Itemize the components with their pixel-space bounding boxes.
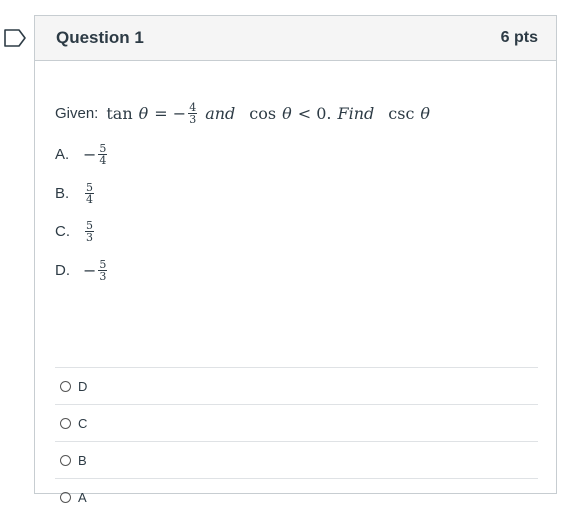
choice-den: 4 [86,193,93,206]
stem-frac-den: 3 [189,113,197,126]
theta-symbol-3: θ [420,104,431,123]
answer-option-b[interactable]: B [55,441,538,478]
radio-button[interactable] [60,491,71,503]
choice-den: 4 [99,154,107,167]
choice-fraction: 5 3 [85,220,94,243]
bookmark-flag-icon[interactable] [4,29,26,47]
choice-math: 5 3 [83,220,96,243]
answer-label: D [78,378,88,394]
answer-label: A [78,489,87,505]
answer-label: B [78,452,87,468]
radio-button[interactable] [60,454,71,466]
and-word: and [205,104,236,123]
question-header: Question 1 6 pts [35,16,556,61]
theta-symbol-2: θ [282,104,292,123]
answer-option-d[interactable]: D [55,367,538,404]
cos-fn: cos [249,104,277,123]
answer-options: D C B A [55,367,538,515]
stem-math: tan θ = − 4 3 and cos θ < 0. Find csc θ [106,102,430,125]
theta-symbol: θ [138,104,149,123]
choice-d: D. − 5 3 [55,259,109,282]
choice-math: − 5 4 [83,143,109,166]
question-card: Question 1 6 pts Given: tan θ = − 4 3 an… [34,15,557,505]
radio-button[interactable] [60,380,71,392]
stem-prefix: Given: [55,105,99,122]
choice-letter: D. [55,262,70,279]
choice-sign: − [83,261,97,280]
csc-fn: csc [388,104,415,123]
radio-button[interactable] [60,417,71,429]
choice-letter: B. [55,185,70,202]
choice-letter: A. [55,146,70,163]
choice-a: A. − 5 4 [55,143,109,166]
question-title: Question 1 [56,28,144,47]
choice-fraction: 5 4 [85,182,94,205]
choice-math: − 5 3 [83,259,109,282]
stem-fraction: 4 3 [188,102,198,126]
question-stem: Given: tan θ = − 4 3 and cos θ < 0. Find… [55,102,430,125]
choice-sign: − [83,145,97,164]
answer-label: C [78,415,88,431]
choice-b: B. 5 4 [55,182,96,205]
choice-den: 3 [99,270,107,283]
answer-option-a[interactable]: A [55,478,538,515]
choice-fraction: 5 3 [98,259,108,283]
choice-den: 3 [86,231,93,244]
choice-letter: C. [55,223,70,240]
less-than-zero: < 0. [297,104,332,123]
tan-fn: tan [106,104,133,123]
answer-option-c[interactable]: C [55,404,538,441]
choice-fraction: 5 4 [98,143,108,167]
choice-c: C. 5 3 [55,220,96,243]
equals-neg: = − [154,104,187,123]
question-points: 6 pts [500,29,538,46]
choice-math: 5 4 [83,182,96,205]
find-word: Find [337,104,375,123]
